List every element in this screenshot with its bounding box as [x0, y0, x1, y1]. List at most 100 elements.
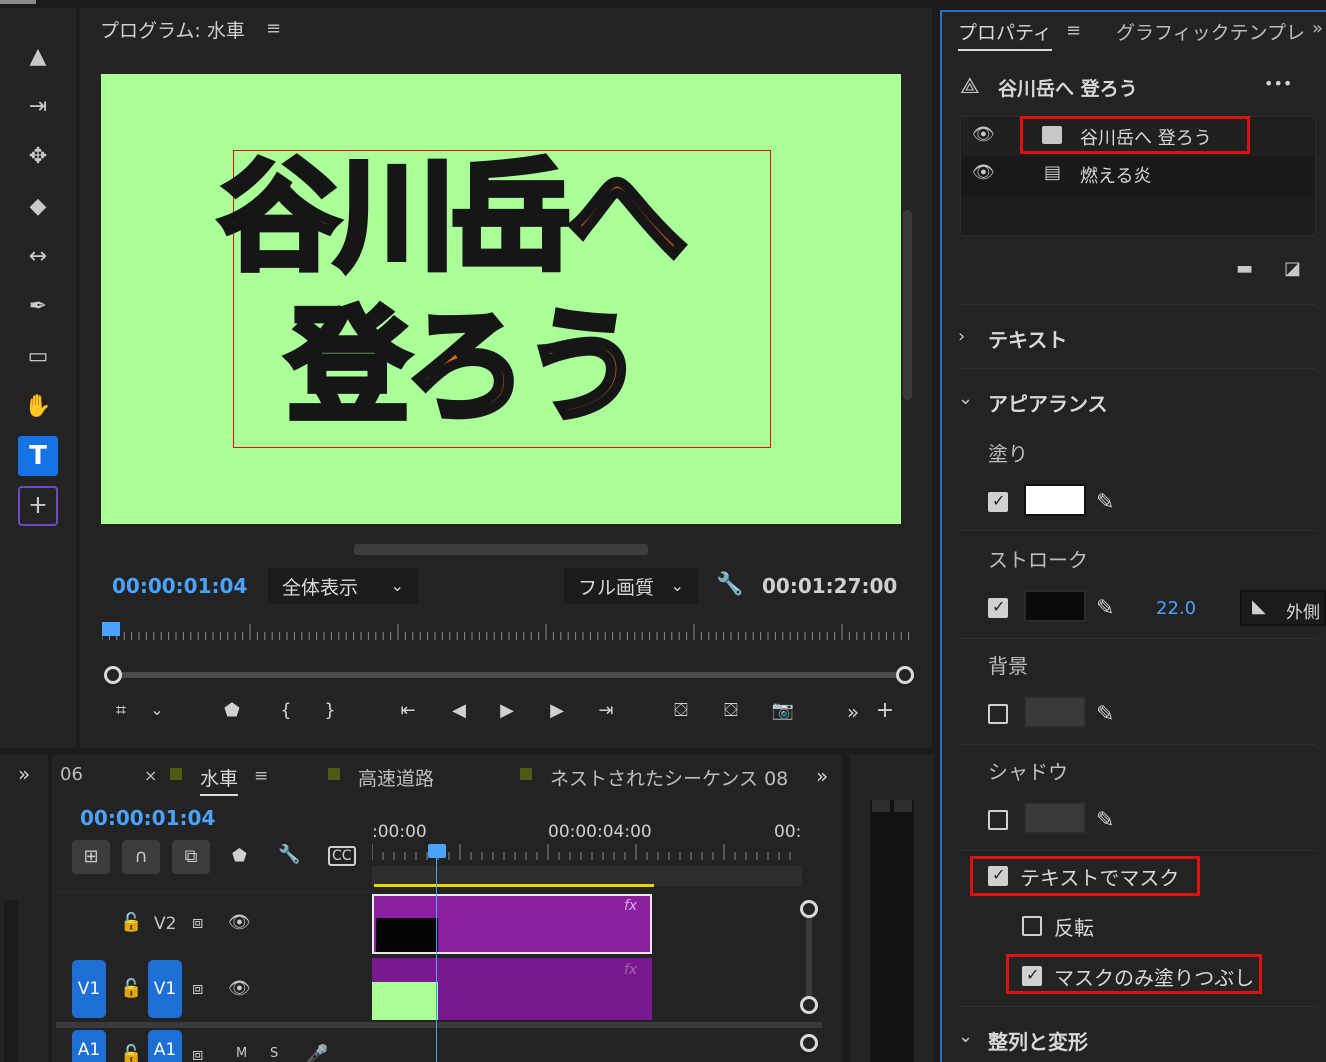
tab-menu-icon[interactable]: ≡	[254, 766, 268, 786]
tab-properties[interactable]: プロパティ	[958, 18, 1052, 51]
tab-graphic-templates[interactable]: グラフィックテンプレ	[1116, 18, 1306, 45]
chevron-down-icon[interactable]: ⌄	[148, 700, 166, 719]
lock-icon[interactable]: 🔓	[120, 912, 142, 933]
rectangle-tool-icon[interactable]: ▭	[18, 336, 58, 376]
track-zoom-handle-top[interactable]	[800, 900, 818, 918]
sync-lock-icon[interactable]: ⧈	[192, 912, 203, 933]
playhead-timecode[interactable]: 00:00:01:04	[112, 574, 247, 598]
mark-in-icon[interactable]: {	[276, 700, 296, 721]
panel-menu-icon[interactable]: ≡	[266, 18, 281, 39]
chevron-right-icon[interactable]: ›	[958, 326, 965, 347]
monitor-vertical-scrollbar[interactable]	[903, 210, 912, 400]
solo-icon[interactable]: S	[270, 1046, 278, 1061]
more-options-icon[interactable]: •••	[1264, 74, 1292, 93]
go-to-in-icon[interactable]: ⇤	[394, 700, 422, 721]
chevron-down-icon[interactable]: ⌄	[958, 1026, 973, 1047]
microphone-icon[interactable]: 🎤	[306, 1044, 328, 1062]
track-zoom-handle-bottom[interactable]	[800, 996, 818, 1014]
stroke-width-value[interactable]: 22.0	[1156, 598, 1196, 619]
tab-highway[interactable]: 高速道路	[358, 764, 434, 791]
tab-nested-sequence[interactable]: ネストされたシーケンス 08	[550, 764, 788, 791]
audio-zoom-handle[interactable]	[800, 1034, 818, 1052]
add-marker-icon[interactable]: ⬟	[220, 700, 244, 721]
clip-graphic-v2[interactable]: fx	[372, 894, 652, 954]
sync-lock-icon[interactable]: ⧈	[192, 1044, 203, 1062]
overflow-icon[interactable]: »	[842, 700, 864, 724]
tabs-overflow-icon[interactable]: »	[816, 764, 828, 788]
panel-overflow-icon[interactable]: »	[1312, 18, 1323, 39]
slip-tool-icon[interactable]: ↔	[18, 236, 58, 276]
left-overflow-icon[interactable]: »	[18, 762, 30, 786]
quality-dropdown[interactable]: フル画質 ⌄	[564, 568, 698, 604]
eye-icon[interactable]: 👁	[228, 978, 251, 999]
chevron-down-icon[interactable]: ⌄	[958, 388, 973, 409]
timeline-timecode[interactable]: 00:00:01:04	[80, 806, 215, 830]
layer-row-video[interactable]: 👁 ▤ 燃える炎	[962, 156, 1314, 194]
shadow-checkbox[interactable]	[988, 810, 1008, 830]
selection-tool-icon[interactable]: ▲	[18, 36, 58, 76]
new-layer-icon[interactable]: ◪	[1284, 258, 1301, 279]
timeline-playhead-marker[interactable]	[428, 844, 446, 858]
eyedropper-icon[interactable]: ✎	[1096, 702, 1114, 727]
program-monitor-title[interactable]: プログラム: 水車	[100, 16, 245, 43]
wrench-icon[interactable]: 🔧	[716, 572, 743, 597]
source-patch-v1[interactable]: V1	[72, 960, 106, 1018]
track-target-v1[interactable]: V1	[148, 960, 182, 1018]
background-checkbox[interactable]	[988, 704, 1008, 724]
nest-toggle-icon[interactable]: ⊞	[72, 840, 110, 874]
ripple-edit-tool-icon[interactable]: ✥	[18, 136, 58, 176]
vertical-type-tool-icon[interactable]: ⵜ	[18, 486, 58, 526]
monitor-time-ruler[interactable]	[102, 620, 912, 644]
step-back-icon[interactable]: ◀︎	[446, 700, 472, 721]
mute-icon[interactable]: M	[236, 1046, 247, 1061]
snap-magnet-icon[interactable]: ∩	[122, 840, 160, 874]
clip-video-v1[interactable]: fx	[372, 958, 652, 1020]
zoom-handle-right[interactable]	[896, 666, 914, 684]
source-patch-a1[interactable]: A1	[72, 1030, 106, 1062]
tab-suisha[interactable]: 水車	[200, 764, 239, 796]
mark-out-icon[interactable]: }	[320, 700, 340, 721]
wrench-icon[interactable]: 🔧	[278, 844, 300, 865]
shadow-color-swatch[interactable]	[1024, 802, 1086, 834]
close-icon[interactable]: ×	[144, 766, 157, 785]
safe-margins-icon[interactable]: ⌗	[108, 700, 134, 721]
go-to-out-icon[interactable]: ⇥	[592, 700, 620, 721]
monitor-horizontal-scrollbar[interactable]	[354, 544, 648, 555]
extract-icon[interactable]: ⛋	[716, 700, 746, 721]
stroke-checkbox[interactable]	[988, 597, 1008, 618]
zoom-handle-left[interactable]	[104, 666, 122, 684]
play-icon[interactable]: ▶︎	[494, 700, 520, 721]
fill-checkbox[interactable]	[988, 491, 1008, 512]
add-marker-icon[interactable]: ⬟	[232, 846, 247, 866]
lock-icon[interactable]: 🔓	[120, 978, 142, 999]
stroke-type-dropdown[interactable]: ◣ 外側	[1240, 590, 1326, 626]
hand-tool-icon[interactable]: ✋	[18, 386, 58, 426]
step-forward-icon[interactable]: ▶︎	[544, 700, 570, 721]
lift-icon[interactable]: ⛋	[666, 700, 696, 721]
eyedropper-icon[interactable]: ✎	[1096, 808, 1114, 833]
add-button-icon[interactable]: +	[874, 698, 896, 723]
track-target-a1[interactable]: A1	[148, 1030, 182, 1062]
section-align-transform[interactable]: 整列と変形	[988, 1026, 1088, 1055]
sync-lock-icon[interactable]: ⧈	[192, 978, 203, 999]
background-color-swatch[interactable]	[1024, 696, 1086, 728]
invert-checkbox[interactable]	[1022, 916, 1042, 936]
linked-selection-icon[interactable]: ⧉	[172, 840, 210, 874]
fill-color-swatch[interactable]	[1024, 484, 1086, 516]
eye-icon[interactable]: 👁	[228, 912, 251, 933]
type-tool-icon[interactable]: T	[18, 436, 58, 476]
new-folder-icon[interactable]: ▬	[1236, 258, 1253, 279]
eyedropper-icon[interactable]: ✎	[1096, 596, 1114, 621]
stroke-color-swatch[interactable]	[1024, 590, 1086, 622]
section-text[interactable]: テキスト	[988, 324, 1067, 353]
eye-icon[interactable]: 👁	[972, 124, 995, 145]
export-frame-icon[interactable]: 📷	[768, 700, 798, 721]
lock-icon[interactable]: 🔓	[120, 1044, 142, 1062]
tab-menu-icon[interactable]: ≡	[1066, 20, 1081, 41]
invert-label[interactable]: 反転	[1054, 912, 1094, 941]
zoom-dropdown[interactable]: 全体表示 ⌄	[268, 568, 418, 604]
track-select-tool-icon[interactable]: ⇥	[18, 86, 58, 126]
captions-icon[interactable]: CC	[328, 846, 356, 866]
section-appearance[interactable]: アピアランス	[988, 388, 1108, 417]
eyedropper-icon[interactable]: ✎	[1096, 490, 1114, 515]
